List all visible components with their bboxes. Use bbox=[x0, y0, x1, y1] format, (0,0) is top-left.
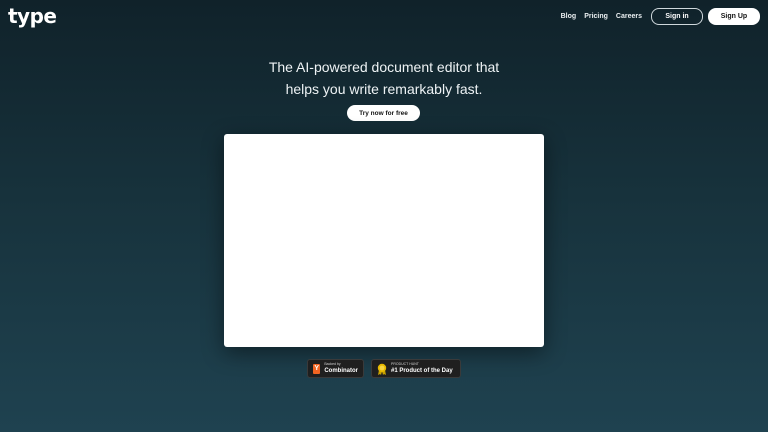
top-nav: Blog Pricing Careers Sign in Sign Up bbox=[561, 8, 760, 25]
yc-badge-title: Combinator bbox=[324, 367, 358, 374]
logo[interactable]: type bbox=[8, 4, 57, 28]
hero-heading: The AI-powered document editor that help… bbox=[0, 56, 768, 100]
sign-in-button[interactable]: Sign in bbox=[651, 8, 703, 25]
product-hunt-badge[interactable]: PRODUCT HUNT #1 Product of the Day bbox=[371, 359, 461, 378]
yc-badge-caption: Backed by bbox=[324, 362, 341, 367]
try-now-button[interactable]: Try now for free bbox=[347, 105, 420, 121]
hero-line-2: helps you write remarkably fast. bbox=[285, 81, 483, 97]
medal-icon bbox=[377, 363, 387, 375]
nav-link-blog[interactable]: Blog bbox=[561, 13, 577, 20]
product-preview bbox=[224, 134, 544, 347]
nav-link-pricing[interactable]: Pricing bbox=[584, 13, 608, 20]
ycombinator-icon: Y bbox=[313, 363, 321, 374]
sign-up-button[interactable]: Sign Up bbox=[708, 8, 760, 25]
ph-badge-caption: PRODUCT HUNT bbox=[391, 362, 419, 367]
hero-line-1: The AI-powered document editor that bbox=[268, 59, 500, 75]
ycombinator-badge[interactable]: Y Backed by Combinator bbox=[307, 359, 364, 378]
nav-link-careers[interactable]: Careers bbox=[616, 13, 642, 20]
ph-badge-title: #1 Product of the Day bbox=[391, 367, 453, 374]
